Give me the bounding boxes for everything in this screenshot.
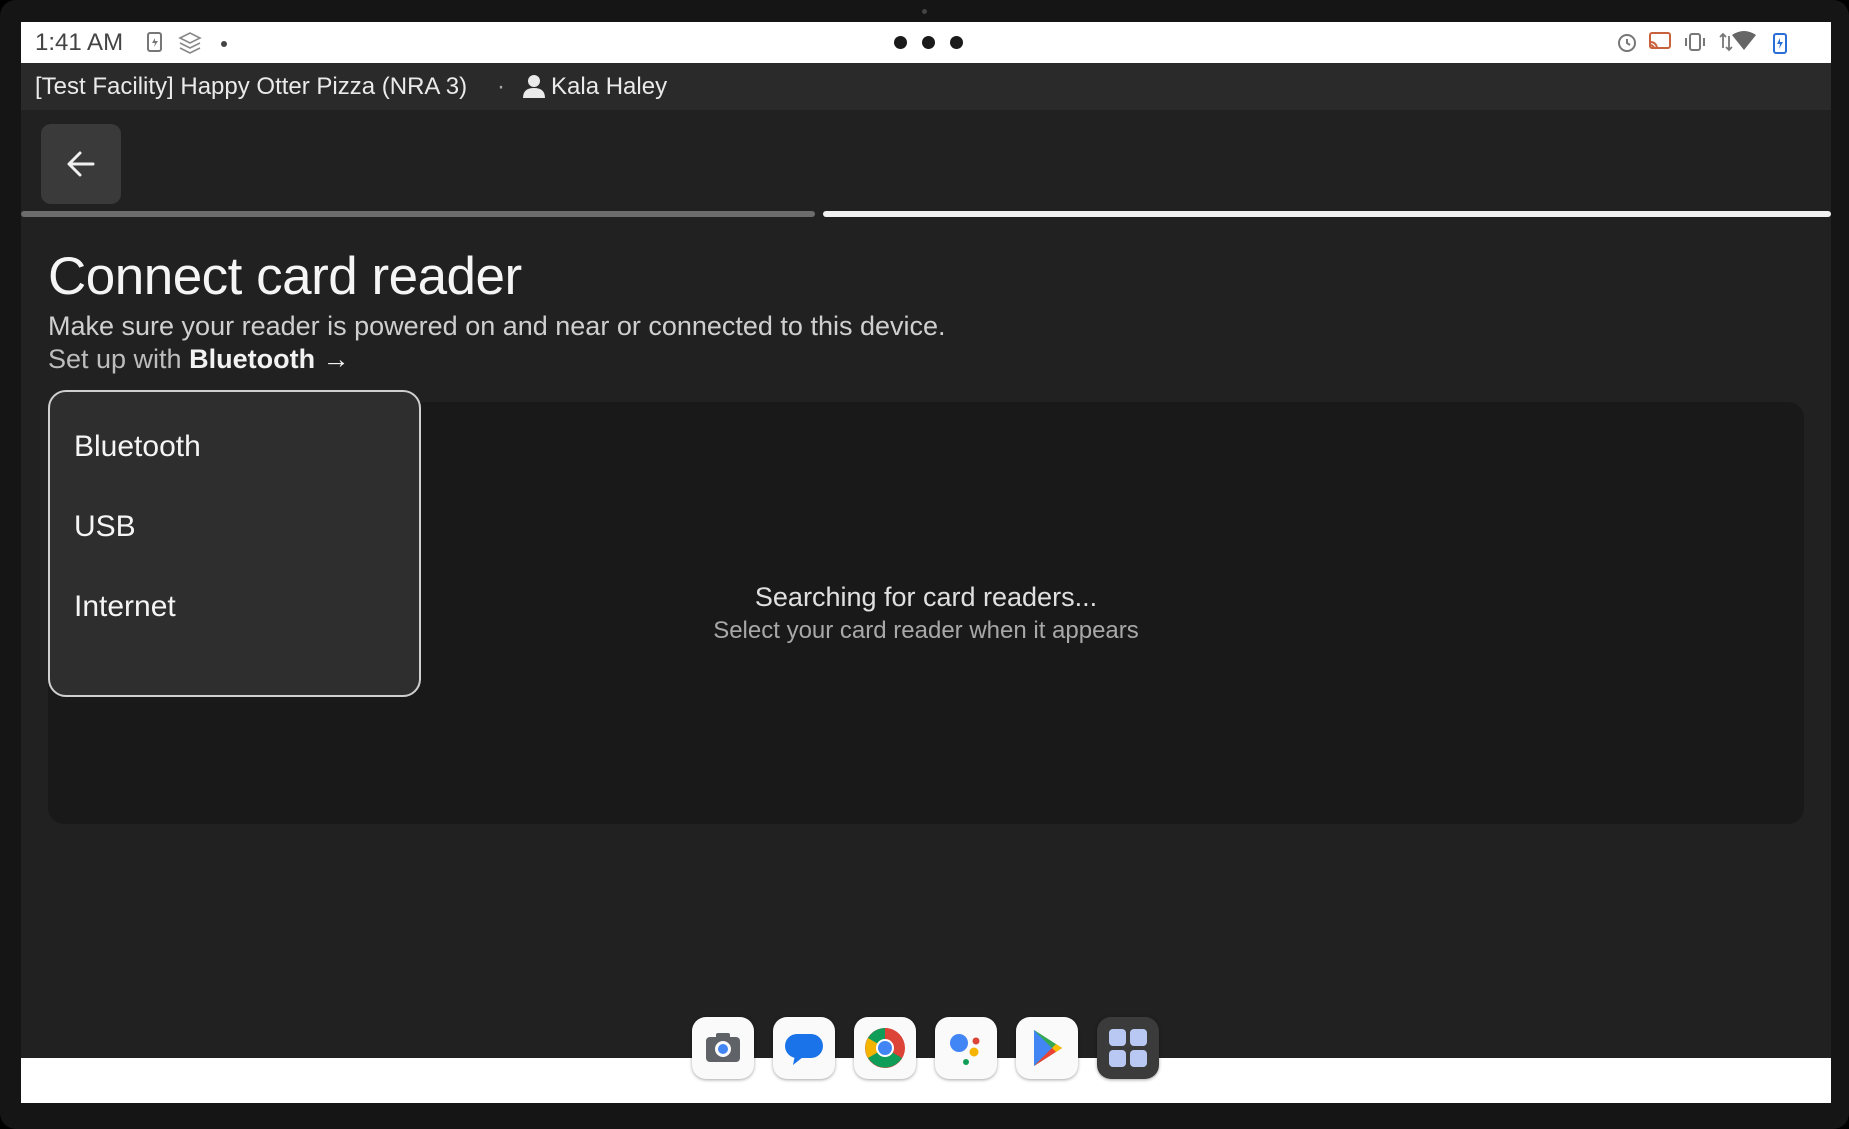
facility-name: [Test Facility] Happy Otter Pizza (NRA 3… <box>35 73 468 100</box>
navigation-bar <box>21 1058 1831 1103</box>
tablet-frame: 1:41 AM [Test Facility] Happy Otter Pizz… <box>0 0 1849 1129</box>
status-time: 1:41 AM <box>35 29 124 56</box>
setup-bluetooth-link[interactable]: Set up with Bluetooth → <box>48 344 350 375</box>
wifi-icon <box>1731 30 1756 54</box>
setup-method: Bluetooth <box>189 344 316 374</box>
progress-step-2 <box>823 211 1831 217</box>
front-camera <box>922 9 927 14</box>
user-icon <box>521 73 547 99</box>
assistant-app-icon[interactable] <box>935 1017 997 1079</box>
layers-app-icon <box>177 30 202 54</box>
app-header-bar: [Test Facility] Happy Otter Pizza (NRA 3… <box>21 63 1831 110</box>
progress-step-1 <box>21 211 815 217</box>
connection-type-menu: Bluetooth USB Internet <box>48 390 421 697</box>
battery-charging-icon <box>1768 30 1792 54</box>
page-subtitle: Make sure your reader is powered on and … <box>48 311 946 341</box>
chrome-app-icon[interactable] <box>854 1017 916 1079</box>
play-store-app-icon[interactable] <box>1016 1017 1078 1079</box>
notification-dot <box>221 41 227 47</box>
menu-item-internet[interactable]: Internet <box>74 590 176 624</box>
battery-saver-icon <box>143 30 167 54</box>
setup-prefix: Set up with <box>48 344 182 374</box>
back-button[interactable] <box>41 124 121 204</box>
alarm-icon <box>1615 30 1639 54</box>
multitask-dot-icon[interactable] <box>894 36 907 49</box>
multitask-dot-icon[interactable] <box>950 36 963 49</box>
camera-app-icon[interactable] <box>692 1017 754 1079</box>
user-name: Kala Haley <box>551 73 668 100</box>
messages-app-icon[interactable] <box>773 1017 835 1079</box>
status-bar: 1:41 AM <box>21 22 1831 63</box>
header-separator: · <box>497 73 505 100</box>
vibrate-icon <box>1683 30 1707 54</box>
menu-item-usb[interactable]: USB <box>74 510 136 544</box>
cast-icon <box>1648 30 1672 54</box>
apps-grid-icon[interactable] <box>1097 1017 1159 1079</box>
menu-item-bluetooth[interactable]: Bluetooth <box>74 430 201 464</box>
page-title: Connect card reader <box>48 247 522 306</box>
screen: 1:41 AM [Test Facility] Happy Otter Pizz… <box>21 22 1831 1103</box>
multitask-dot-icon[interactable] <box>922 36 935 49</box>
arrow-right-icon: → <box>322 344 350 374</box>
